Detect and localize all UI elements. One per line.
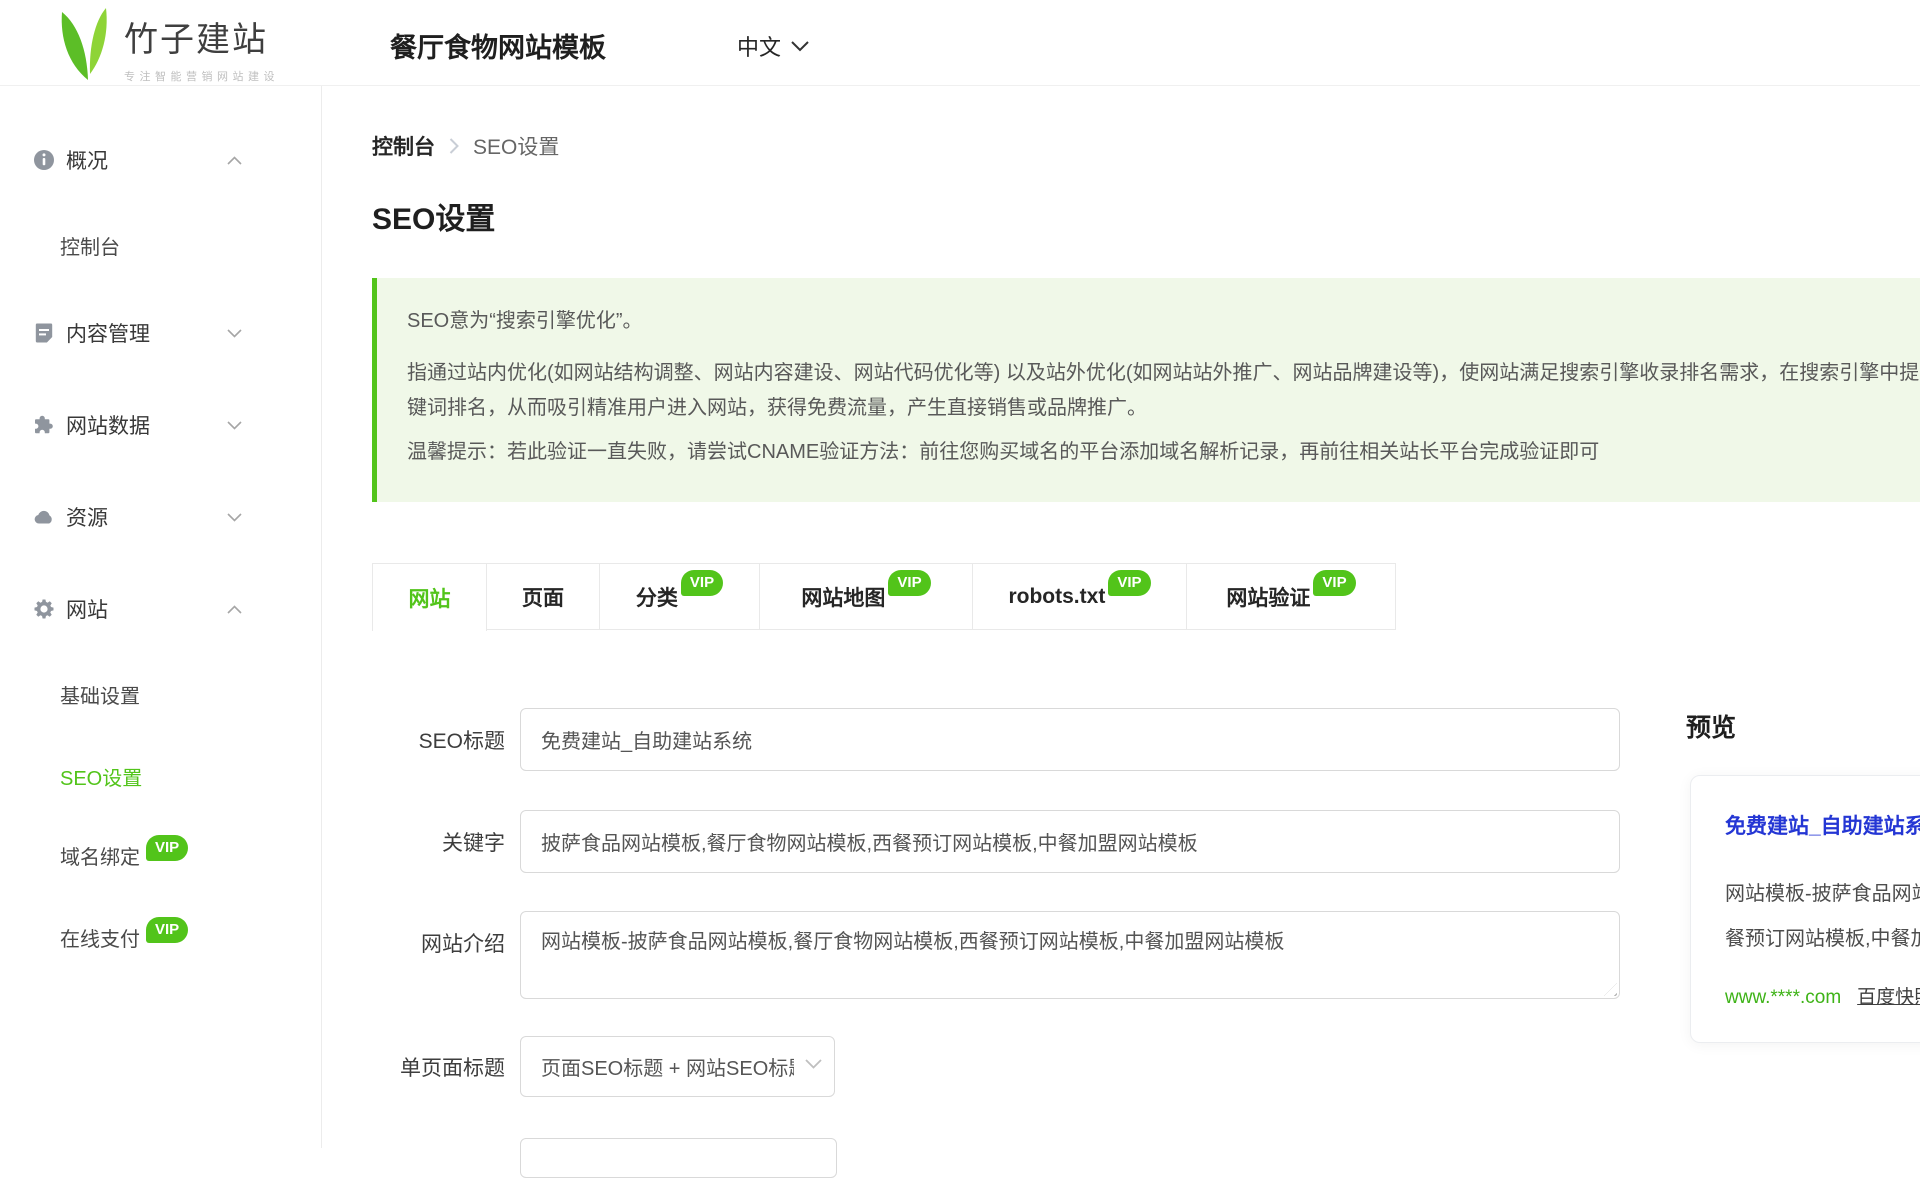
vip-badge: VIP (1313, 570, 1355, 596)
sidebar-item-dashboard[interactable]: 控制台 (0, 217, 322, 273)
vip-badge: VIP (1108, 570, 1150, 596)
sidebar-item-label: 概况 (66, 145, 108, 175)
brand-text-block: 竹子建站 专注智能营销网站建设 (124, 12, 279, 84)
breadcrumb-current: SEO设置 (473, 131, 559, 161)
preview-url: www.****.com (1725, 987, 1841, 1008)
notice-line-1: SEO意为“搜索引擎优化”。 (407, 304, 1920, 338)
brand-tagline: 专注智能营销网站建设 (124, 68, 279, 84)
sidebar-item-domain-binding[interactable]: 域名绑定VIP (0, 829, 322, 885)
page-title-mode-label: 单页面标题 (330, 1036, 505, 1097)
chevron-down-icon (805, 1059, 822, 1069)
page-title-mode-select[interactable]: 页面SEO标题 + 网站SEO标题 (520, 1036, 835, 1097)
sidebar-item-label: SEO设置 (60, 762, 142, 791)
site-title: 餐厅食物网站模板 (390, 26, 606, 65)
breadcrumb: 控制台 SEO设置 (372, 131, 559, 161)
sidebar-item-online-payment[interactable]: 在线支付VIP (0, 911, 322, 967)
sidebar-item-label: 基础设置 (60, 680, 140, 709)
info-icon (32, 148, 56, 172)
vip-badge: VIP (146, 835, 188, 861)
sidebar: 概况 控制台 内容管理 网站数据 资源 (0, 86, 322, 1148)
description-textarea[interactable]: 网站模板-披萨食品网站模板,餐厅食物网站模板,西餐预订网站模板,中餐加盟网站模板 (520, 911, 1620, 999)
selected-option: 页面SEO标题 + 网站SEO标题 (541, 1052, 794, 1081)
brand-name: 竹子建站 (124, 12, 279, 61)
keywords-input[interactable]: 披萨食品网站模板,餐厅食物网站模板,西餐预订网站模板,中餐加盟网站模板 (520, 810, 1620, 873)
sidebar-item-overview[interactable]: 概况 (0, 132, 322, 188)
sidebar-item-label: 域名绑定VIP (60, 841, 188, 873)
preview-url-line: www.****.com 百度快照 (1725, 984, 1920, 1012)
sidebar-item-label: 在线支付VIP (60, 923, 188, 955)
language-selector[interactable]: 中文 (737, 30, 809, 62)
sidebar-item-label: 网站数据 (66, 410, 150, 440)
chevron-up-icon (227, 605, 242, 614)
next-field-partial[interactable] (520, 1138, 837, 1178)
cloud-icon (32, 505, 56, 529)
sidebar-item-label: 资源 (66, 502, 108, 532)
seo-notice-box: SEO意为“搜索引擎优化”。 指通过站内优化(如网站结构调整、网站内容建设、网站… (372, 278, 1920, 502)
preview-result-title[interactable]: 免费建站_自助建站系统 (1725, 812, 1920, 842)
keywords-label: 关键字 (330, 810, 505, 873)
sidebar-item-site-data[interactable]: 网站数据 (0, 397, 322, 453)
language-label: 中文 (737, 30, 781, 62)
chevron-down-icon (791, 41, 809, 52)
vip-badge: VIP (888, 570, 930, 596)
baidu-snapshot-link[interactable]: 百度快照 (1857, 987, 1920, 1008)
page-title: SEO设置 (372, 194, 495, 238)
preview-heading: 预览 (1686, 708, 1736, 744)
sidebar-item-website[interactable]: 网站 (0, 581, 322, 637)
tab-site-verification[interactable]: 网站验证VIP (1187, 563, 1396, 630)
chevron-down-icon (227, 329, 242, 338)
seo-title-input[interactable]: 免费建站_自助建站系统 (520, 708, 1620, 771)
document-icon (32, 321, 56, 345)
notice-line-4: 温馨提示：若此验证一直失败，请尝试CNAME验证方法：前往您购买域名的平台添加域… (407, 435, 1920, 469)
sidebar-item-resources[interactable]: 资源 (0, 489, 322, 545)
chevron-down-icon (227, 421, 242, 430)
description-label: 网站介绍 (330, 911, 505, 974)
tab-sitemap[interactable]: 网站地图VIP (760, 563, 973, 630)
vip-badge: VIP (146, 917, 188, 943)
seo-tabs: 网站 页面 分类VIP 网站地图VIP robots.txtVIP 网站验证VI… (372, 563, 1396, 630)
tab-categories[interactable]: 分类VIP (600, 563, 760, 630)
brand-logo-leaf-icon (56, 8, 112, 80)
sidebar-item-label: 网站 (66, 594, 108, 624)
chevron-right-icon (449, 138, 459, 154)
chevron-down-icon (227, 513, 242, 522)
tab-robots-txt[interactable]: robots.txtVIP (973, 563, 1187, 630)
breadcrumb-dashboard[interactable]: 控制台 (372, 131, 435, 161)
notice-line-2: 指通过站内优化(如网站结构调整、网站内容建设、网站代码优化等) 以及站外优化(如… (407, 356, 1920, 391)
seo-title-label: SEO标题 (330, 708, 505, 771)
tab-pages[interactable]: 页面 (487, 563, 600, 630)
sidebar-item-label: 内容管理 (66, 318, 150, 348)
sidebar-item-content-management[interactable]: 内容管理 (0, 305, 322, 361)
resize-handle[interactable] (1604, 983, 1617, 996)
sidebar-item-basic-settings[interactable]: 基础设置 (0, 666, 322, 722)
notice-line-3: 键词排名，从而吸引精准用户进入网站，获得免费流量，产生直接销售或品牌推广。 (407, 391, 1920, 426)
puzzle-icon (32, 413, 56, 437)
vip-badge: VIP (681, 570, 723, 596)
tab-website[interactable]: 网站 (372, 563, 487, 631)
top-header: 竹子建站 专注智能营销网站建设 餐厅食物网站模板 中文 (0, 0, 1920, 86)
search-result-preview-card: 免费建站_自助建站系统 网站模板-披萨食品网站模板,餐厅食物网站模板,西 餐预订… (1690, 775, 1920, 1043)
sidebar-item-label: 控制台 (60, 231, 120, 260)
preview-result-description: 网站模板-披萨食品网站模板,餐厅食物网站模板,西 餐预订网站模板,中餐加盟网站模… (1725, 872, 1920, 962)
chevron-up-icon (227, 156, 242, 165)
sidebar-item-seo-settings[interactable]: SEO设置 (0, 748, 322, 804)
gear-icon (32, 597, 56, 621)
